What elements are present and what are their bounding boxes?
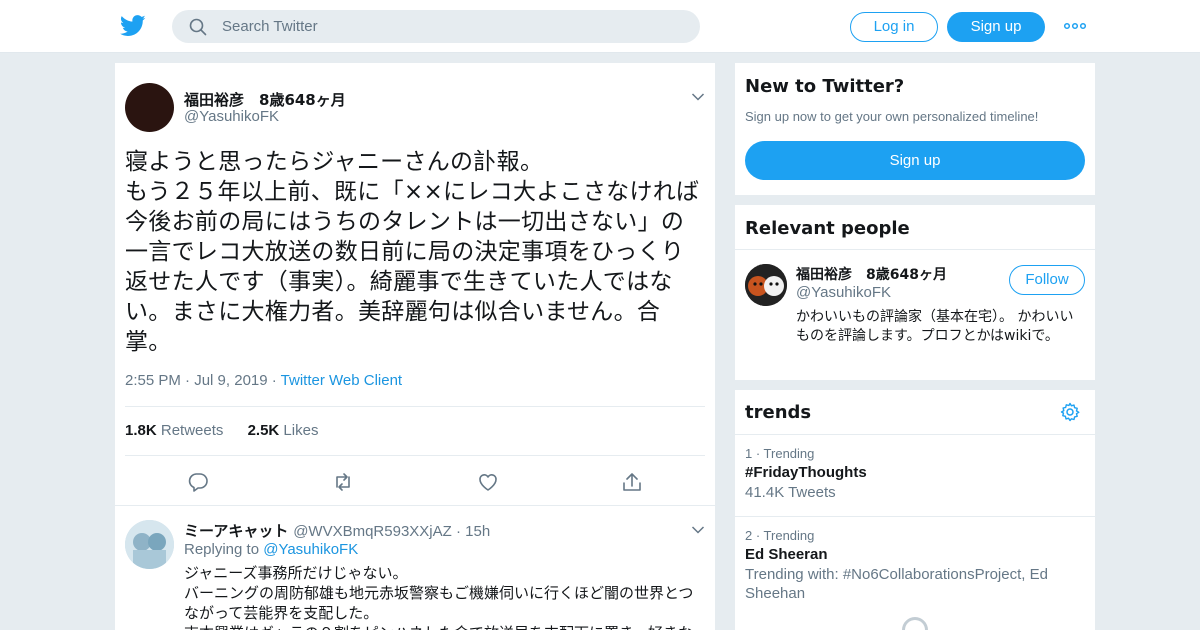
retweets-stat[interactable]: 1.8K Retweets: [125, 422, 223, 439]
loading-spinner-icon: [896, 611, 934, 630]
gear-icon[interactable]: [1060, 402, 1080, 422]
divider: [735, 249, 1095, 250]
trends-card: trends 1 · Trending #FridayThoughts 41.4…: [735, 390, 1095, 630]
avatar-image: [745, 264, 787, 306]
trend-meta: 2 · Trending: [745, 528, 815, 543]
reply-time[interactable]: 15h: [465, 523, 490, 540]
retweets-count: 1.8K: [125, 422, 157, 439]
divider: [125, 455, 705, 456]
trend-name[interactable]: Ed Sheeran: [745, 546, 1085, 563]
follow-button[interactable]: Follow: [1009, 265, 1085, 295]
tweet-detail-panel: 福田裕彦 8歳648ヶ月 @YasuhikoFK 寝ようと思ったらジャニーさんの…: [115, 63, 715, 630]
chevron-down-icon[interactable]: [691, 525, 705, 535]
like-heart-icon[interactable]: [477, 471, 499, 493]
signup-promo-subtitle: Sign up now to get your own personalized…: [745, 109, 1039, 124]
login-button[interactable]: Log in: [850, 12, 938, 42]
signup-promo-card: New to Twitter? Sign up now to get your …: [735, 63, 1095, 195]
trend-subtitle: 41.4K Tweets: [745, 484, 836, 501]
reply-author-handle[interactable]: @WVXBmqR593XXjAZ: [293, 523, 452, 540]
likes-count: 2.5K: [247, 422, 280, 439]
sidebar-signup-button[interactable]: Sign up: [745, 141, 1085, 180]
reply-avatar[interactable]: [125, 520, 174, 569]
meta-separator: ·: [180, 372, 195, 389]
author-avatar[interactable]: [125, 83, 174, 132]
author-name[interactable]: 福田裕彦 8歳648ヶ月: [184, 89, 346, 110]
tweet-date[interactable]: Jul 9, 2019: [194, 372, 267, 389]
trend-meta: 1 · Trending: [745, 446, 815, 461]
reply-header: ミーアキャット @WVXBmqR593XXjAZ · 15h: [184, 520, 490, 541]
reply-icon[interactable]: [187, 471, 209, 493]
tweet-text: 寝ようと思ったらジャニーさんの訃報。 もう２５年以上前、既に「××にレコ大よこさ…: [125, 149, 700, 355]
divider: [115, 505, 715, 506]
reply-author-name[interactable]: ミーアキャット: [184, 522, 288, 540]
retweet-icon[interactable]: [332, 471, 354, 493]
person-name[interactable]: 福田裕彦 8歳648ヶ月: [796, 264, 947, 284]
tweet-stats: 1.8K Retweets 2.5K Likes: [125, 422, 318, 439]
tweet-client-link[interactable]: Twitter Web Client: [281, 372, 402, 389]
signup-button[interactable]: Sign up: [947, 12, 1045, 42]
trend-name[interactable]: #FridayThoughts: [745, 464, 1085, 481]
trend-item[interactable]: 2 · Trending Ed Sheeran Trending with: #…: [745, 528, 1085, 603]
person-bio: かわいいもの評論家（基本在宅）。 かわいいものを評論します。プロフとかはwiki…: [796, 309, 1074, 344]
divider: [125, 406, 705, 407]
meta-separator: ·: [451, 523, 466, 540]
share-icon[interactable]: [621, 471, 643, 493]
search-placeholder: Search Twitter: [222, 18, 318, 35]
chevron-down-icon[interactable]: [691, 92, 705, 102]
meta-separator: ·: [267, 372, 281, 389]
replying-to: Replying to @YasuhikoFK: [184, 541, 358, 558]
tweet-metadata: 2:55 PM · Jul 9, 2019 · Twitter Web Clie…: [125, 372, 402, 389]
relevant-people-title: Relevant people: [745, 218, 910, 239]
trend-item[interactable]: 1 · Trending #FridayThoughts 41.4K Tweet…: [745, 446, 1085, 502]
person-handle[interactable]: @YasuhikoFK: [796, 284, 891, 301]
reply-text: ジャニーズ事務所だけじゃない。 バーニングの周防郁雄も地元赤坂警察もご機嫌伺いに…: [184, 564, 694, 630]
likes-stat[interactable]: 2.5K Likes: [248, 422, 319, 439]
replying-label: Replying to: [184, 541, 260, 558]
more-horizontal-icon[interactable]: [1063, 18, 1087, 34]
trend-subtitle: Trending with: #No6CollaborationsProject…: [745, 566, 1048, 602]
retweets-label: Retweets: [160, 422, 224, 439]
author-handle[interactable]: @YasuhikoFK: [184, 108, 279, 125]
tweet-time[interactable]: 2:55 PM: [125, 372, 181, 389]
person-avatar[interactable]: [745, 264, 787, 306]
relevant-people-card: Relevant people 福田裕彦 8歳648ヶ月 @YasuhikoFK…: [735, 205, 1095, 380]
search-icon: [189, 18, 207, 36]
top-navigation-bar: Search Twitter Log in Sign up: [0, 0, 1200, 53]
search-input[interactable]: Search Twitter: [172, 10, 700, 43]
twitter-bird-icon[interactable]: [120, 14, 146, 38]
replying-to-link[interactable]: @YasuhikoFK: [263, 541, 358, 558]
divider: [735, 516, 1095, 517]
trends-title: trends: [745, 402, 812, 423]
likes-label: Likes: [283, 422, 319, 439]
avatar-image: [125, 520, 174, 569]
signup-promo-title: New to Twitter?: [745, 76, 905, 97]
divider: [735, 434, 1095, 435]
